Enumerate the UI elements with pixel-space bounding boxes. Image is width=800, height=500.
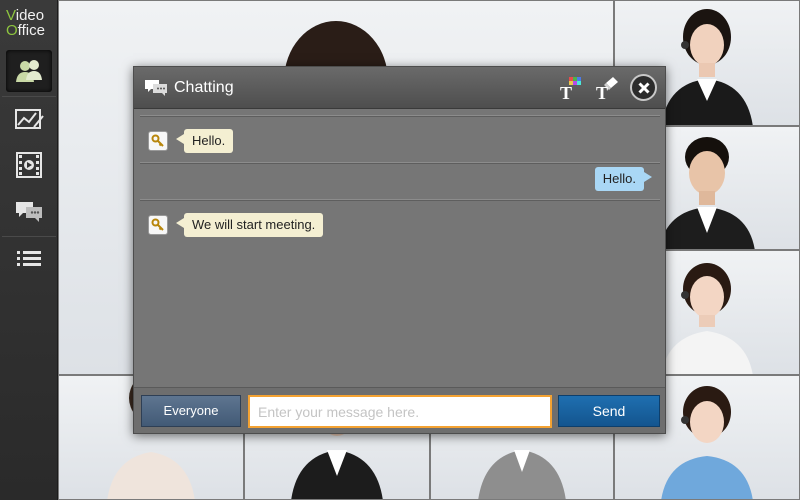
whiteboard-icon: [15, 109, 44, 129]
sidebar-divider: [2, 96, 56, 97]
key-icon: [151, 218, 164, 231]
message-input[interactable]: [248, 395, 552, 428]
message-divider: [140, 199, 660, 201]
chat-header: Chatting T T: [134, 67, 665, 109]
message-bubble: We will start meeting.: [175, 213, 324, 237]
chat-title: Chatting: [174, 79, 234, 96]
sidebar-item-video[interactable]: [6, 144, 52, 186]
sender-key-icon: [148, 215, 168, 235]
sidebar: Video Office: [0, 0, 58, 500]
sidebar-item-participants[interactable]: [6, 50, 52, 92]
sidebar-divider: [2, 236, 56, 237]
message-divider: [140, 115, 660, 117]
sidebar-item-whiteboard[interactable]: [6, 98, 52, 140]
chat-bubbles-icon: [145, 80, 167, 96]
sender-key-icon: [148, 131, 168, 151]
list-menu-icon: [17, 251, 41, 266]
text-color-button[interactable]: T: [558, 75, 584, 103]
message-incoming: We will start meeting.: [140, 213, 660, 243]
message-divider: [140, 162, 660, 164]
video-office-screen: Video Office Chatting T T Hello. Hello. …: [0, 0, 800, 500]
participants-icon: [16, 60, 42, 82]
logo-line-2-rest: ffice: [17, 22, 45, 39]
sidebar-item-menu[interactable]: [6, 238, 52, 280]
close-chat-button[interactable]: [630, 74, 657, 101]
sidebar-item-chat[interactable]: [6, 190, 52, 232]
text-color-icon: T: [560, 77, 581, 103]
message-outgoing: Hello.: [140, 167, 660, 197]
message-list[interactable]: Hello. Hello. We will start meeting.: [140, 115, 660, 389]
svg-text:T: T: [596, 83, 608, 101]
text-eraser-icon: T: [596, 77, 618, 103]
logo-line-1: Video: [6, 7, 45, 24]
message-bubble: Hello.: [594, 167, 653, 191]
app-logo: Video Office: [6, 8, 54, 38]
chat-panel: Chatting T T Hello. Hello. We will start…: [133, 66, 666, 434]
clear-format-button[interactable]: T: [594, 75, 620, 103]
recipient-everyone-button[interactable]: Everyone: [141, 395, 241, 427]
logo-line-2: Office: [6, 22, 45, 39]
message-bubble: Hello.: [175, 129, 234, 153]
key-icon: [151, 134, 164, 147]
chat-bubbles-icon: [16, 202, 42, 222]
send-button[interactable]: Send: [558, 395, 660, 427]
close-icon: [637, 81, 650, 94]
chat-input-bar: Everyone Send: [134, 387, 665, 433]
video-play-icon: [16, 152, 42, 178]
svg-text:T: T: [560, 83, 572, 101]
message-incoming: Hello.: [140, 129, 660, 159]
